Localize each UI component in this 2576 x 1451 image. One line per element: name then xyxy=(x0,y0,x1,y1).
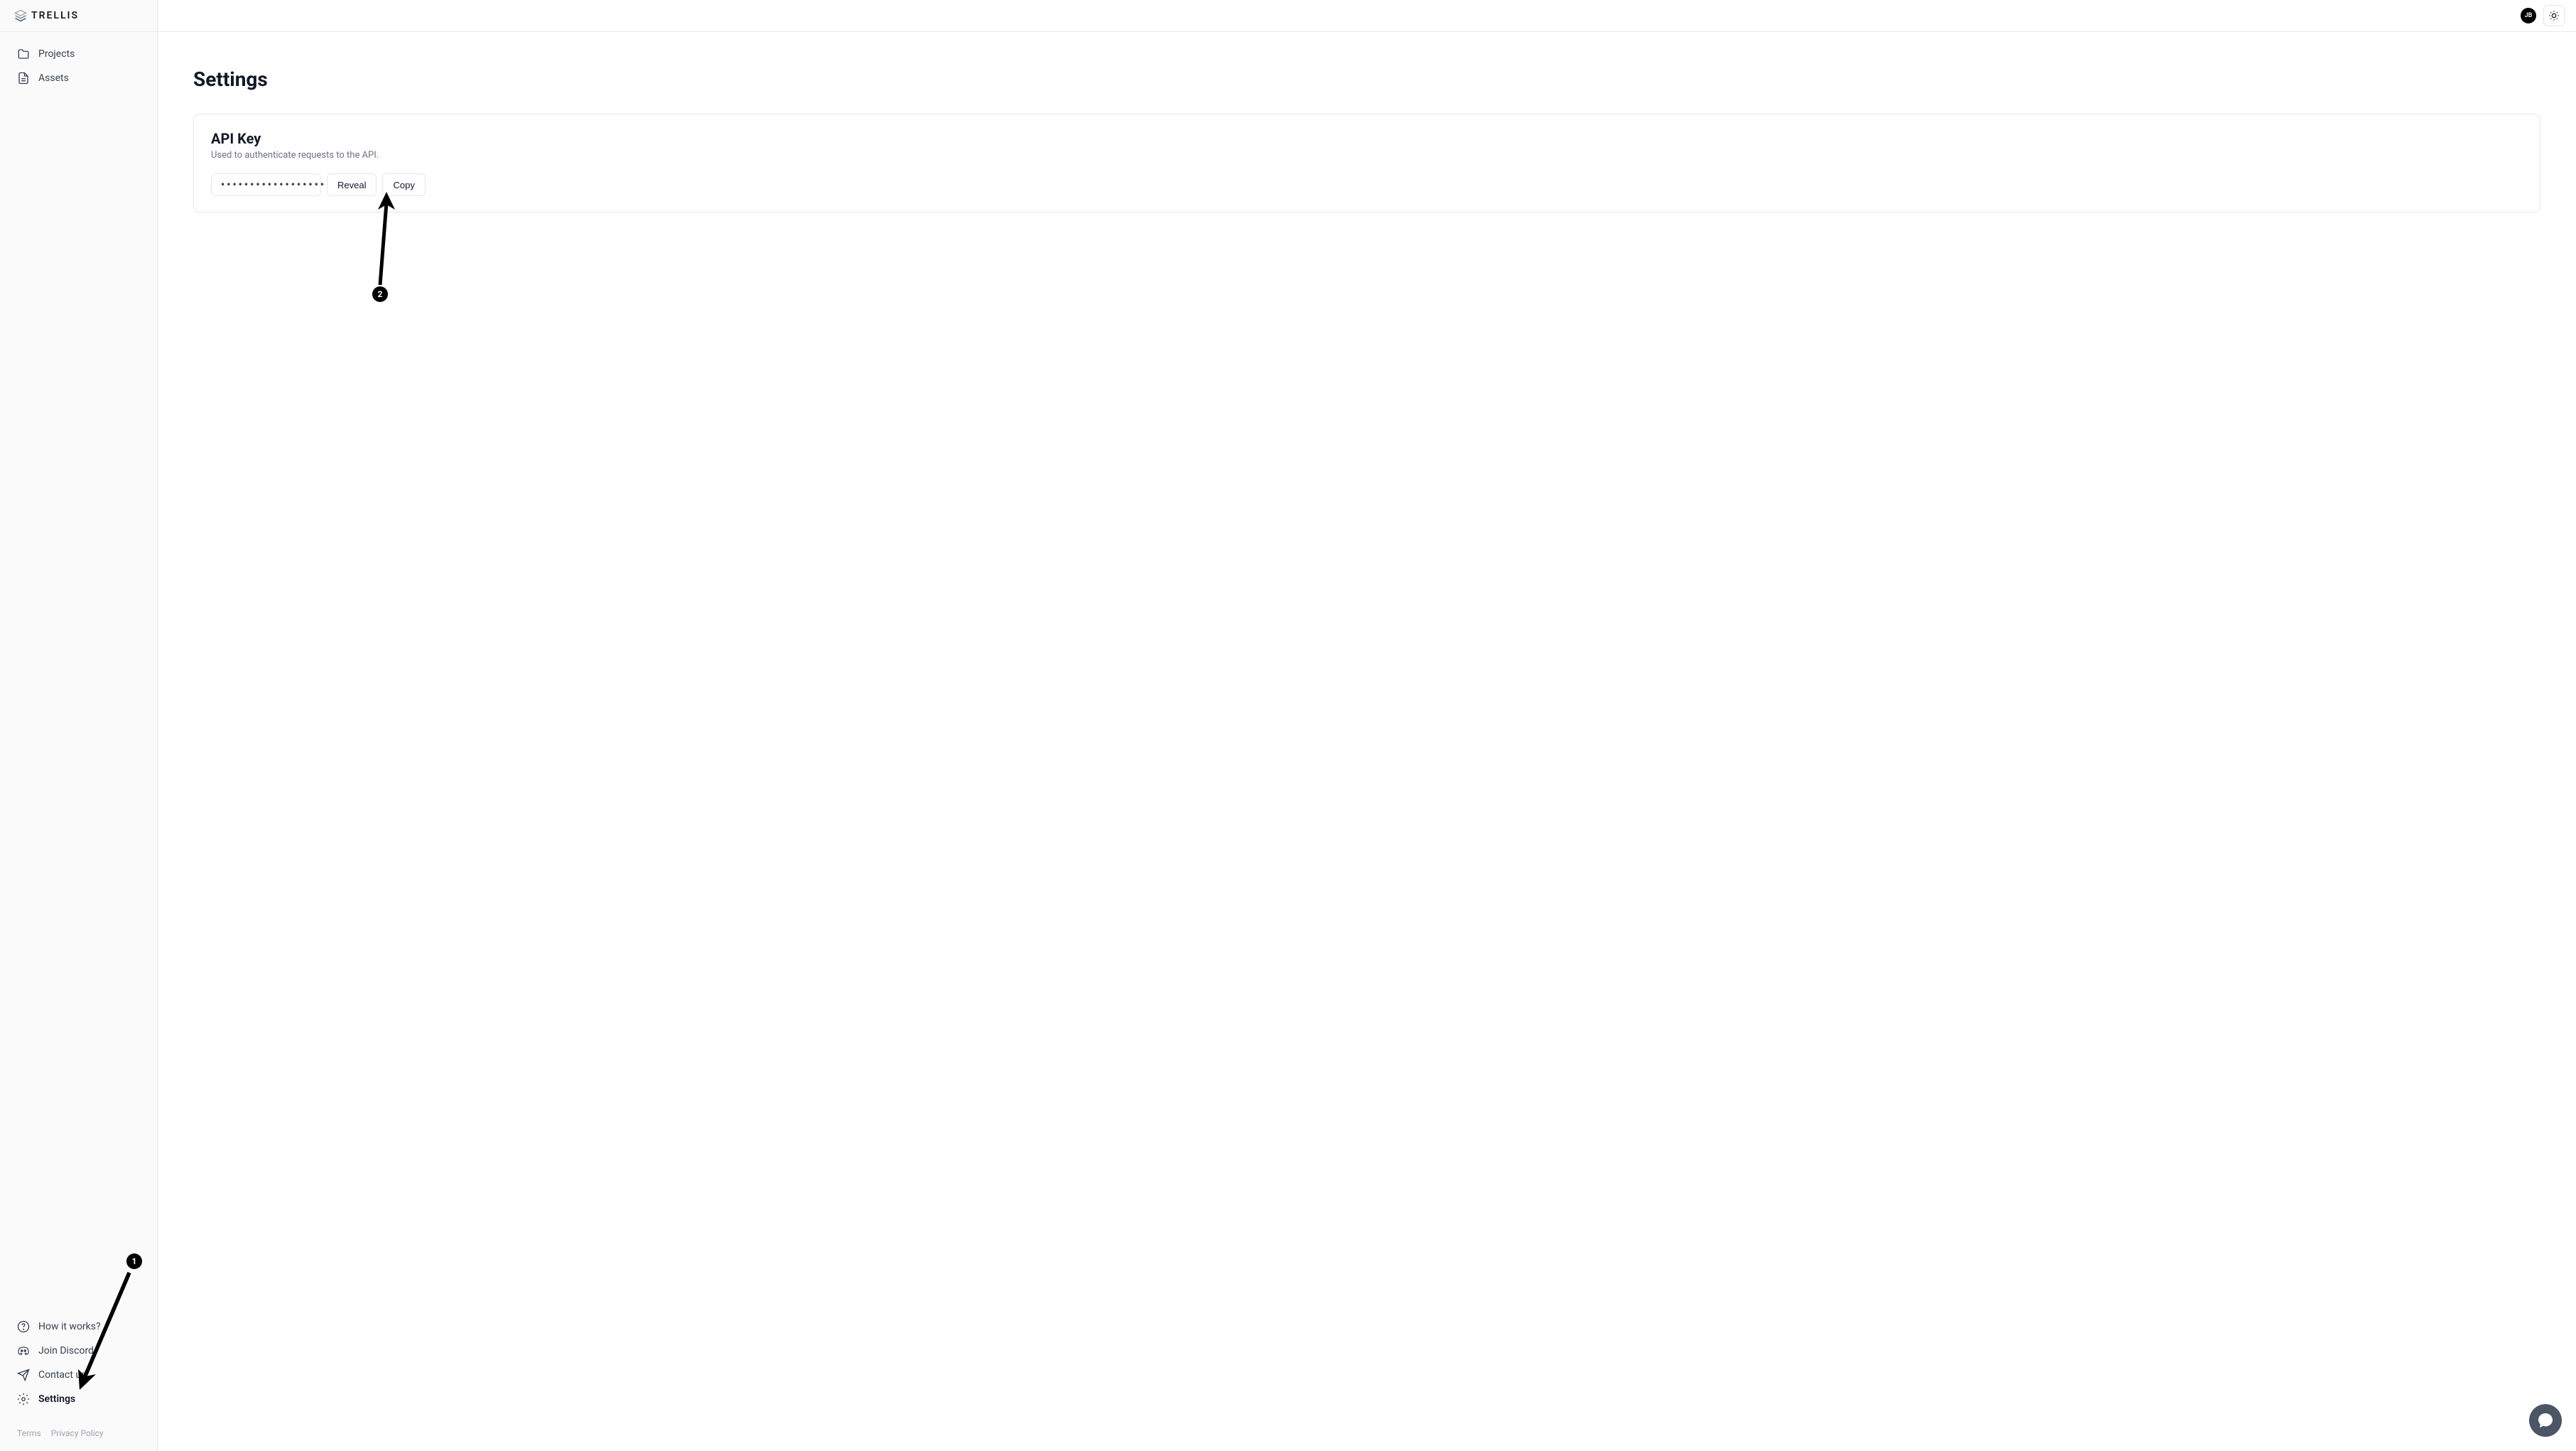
trellis-logo-icon xyxy=(14,9,27,22)
api-key-card: API Key Used to authenticate requests to… xyxy=(193,114,2540,212)
folder-icon xyxy=(17,48,30,60)
api-key-row: •••••••••••••••••••• Reveal Copy xyxy=(211,173,2523,196)
avatar[interactable]: JB xyxy=(2521,8,2536,23)
sidebar-nav: Projects Assets xyxy=(0,32,157,1315)
brand-logo[interactable]: TRELLIS xyxy=(14,9,79,22)
discord-icon xyxy=(17,1344,30,1357)
chat-icon xyxy=(2537,1412,2554,1429)
sidebar-bottom: How it works? Join Discord xyxy=(0,1315,157,1420)
sidebar-item-contact[interactable]: Contact us xyxy=(0,1363,157,1387)
document-icon xyxy=(17,72,30,85)
page-title: Settings xyxy=(193,68,2540,91)
api-key-input[interactable]: •••••••••••••••••••• xyxy=(211,173,321,196)
sidebar-item-label: Join Discord xyxy=(38,1345,94,1356)
sidebar-footer: Terms Privacy Policy xyxy=(0,1420,157,1451)
sidebar-item-label: Projects xyxy=(38,48,75,60)
card-title: API Key xyxy=(211,130,2523,147)
help-icon xyxy=(17,1320,30,1333)
content: Settings API Key Used to authenticate re… xyxy=(158,32,2576,1451)
sidebar-item-assets[interactable]: Assets xyxy=(0,66,157,90)
sidebar-item-label: Contact us xyxy=(38,1369,86,1381)
sidebar-item-projects[interactable]: Projects xyxy=(0,42,157,66)
annotation-badge-2: 2 xyxy=(372,286,388,302)
sidebar-item-how-it-works[interactable]: How it works? xyxy=(0,1315,157,1339)
topbar: JB xyxy=(158,0,2576,32)
gear-icon xyxy=(17,1393,30,1406)
reveal-button[interactable]: Reveal xyxy=(327,173,377,196)
sun-icon xyxy=(2548,10,2560,21)
sidebar-item-settings[interactable]: Settings xyxy=(0,1387,157,1411)
theme-toggle-button[interactable] xyxy=(2543,5,2565,26)
sidebar-item-discord[interactable]: Join Discord xyxy=(0,1339,157,1363)
sidebar-item-label: Assets xyxy=(38,72,69,84)
send-icon xyxy=(17,1369,30,1381)
chat-widget-button[interactable] xyxy=(2529,1404,2562,1437)
copy-button[interactable]: Copy xyxy=(382,173,425,196)
footer-link-privacy[interactable]: Privacy Policy xyxy=(51,1428,104,1438)
footer-link-terms[interactable]: Terms xyxy=(17,1428,41,1438)
sidebar-item-label: How it works? xyxy=(38,1321,101,1332)
sidebar-header: TRELLIS xyxy=(0,0,157,32)
sidebar: TRELLIS Projects xyxy=(0,0,158,1451)
card-description: Used to authenticate requests to the API… xyxy=(211,150,2523,161)
brand-name: TRELLIS xyxy=(31,10,79,21)
annotation-badge-1: 1 xyxy=(126,1253,142,1269)
sidebar-item-label: Settings xyxy=(38,1393,75,1405)
main: JB Setti xyxy=(158,0,2576,1451)
